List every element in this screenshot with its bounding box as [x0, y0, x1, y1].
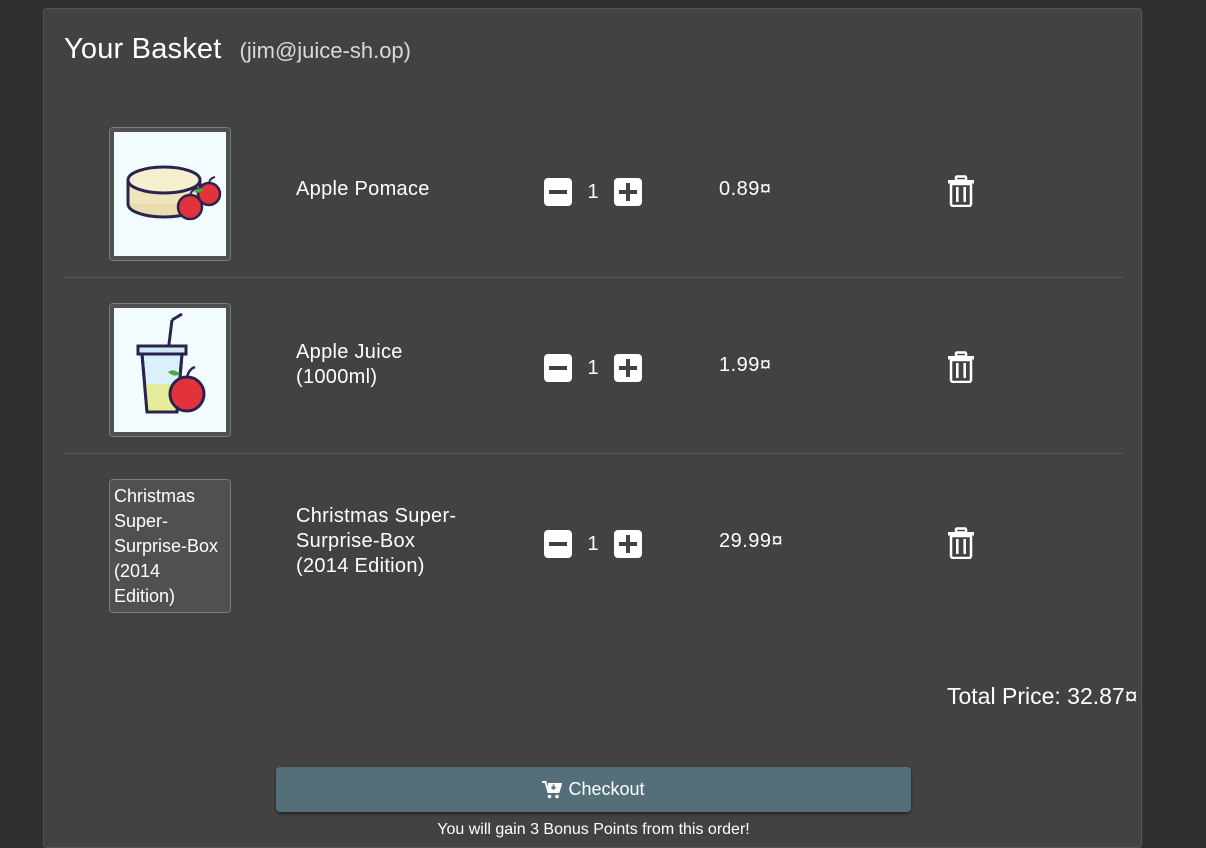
basket-row: Christmas Super-Surprise-Box (2014 Editi…: [64, 453, 1123, 629]
product-image-fallback: Christmas Super-Surprise-Box (2014 Editi…: [109, 479, 231, 613]
quantity-value: 1: [587, 532, 599, 555]
trash-icon: [948, 175, 974, 207]
apple-pomace-image: [126, 165, 222, 221]
product-name: Apple Juice (1000ml): [296, 341, 403, 388]
product-price: 1.99¤: [719, 353, 772, 376]
quantity-stepper: 1: [544, 354, 642, 382]
increase-quantity-button[interactable]: [614, 178, 642, 206]
bonus-points-note: You will gain 3 Bonus Points from this o…: [437, 821, 750, 838]
decrease-quantity-button[interactable]: [544, 178, 572, 206]
apple-juice-image: [136, 312, 206, 414]
decrease-quantity-button[interactable]: [544, 530, 572, 558]
user-email: (jim@juice-sh.op): [239, 38, 411, 63]
quantity-value: 1: [587, 180, 599, 203]
minus-icon: [549, 542, 567, 546]
image-alt-text: Christmas Super-Surprise-Box (2014 Editi…: [114, 486, 219, 606]
basket-row: Apple Pomace 1 0.89¤: [64, 101, 1123, 278]
delete-item-button[interactable]: [947, 175, 975, 207]
minus-icon: [549, 190, 567, 194]
quantity-value: 1: [587, 356, 599, 379]
cart-arrow-down-icon: [542, 780, 563, 798]
product-price: 29.99¤: [719, 529, 784, 552]
checkout-label: Checkout: [568, 779, 645, 799]
quantity-stepper: 1: [544, 178, 642, 206]
checkout-button[interactable]: Checkout: [276, 767, 911, 812]
product-name: Christmas Super- Surprise-Box (2014 Edit…: [296, 504, 457, 577]
basket-header: Your Basket (jim@juice-sh.op): [64, 33, 411, 66]
trash-icon: [948, 527, 974, 559]
product-image: [109, 127, 231, 261]
decrease-quantity-button[interactable]: [544, 354, 572, 382]
quantity-stepper: 1: [544, 530, 642, 558]
delete-item-button[interactable]: [947, 527, 975, 559]
product-price: 0.89¤: [719, 177, 772, 200]
increase-quantity-button[interactable]: [614, 530, 642, 558]
page-title: Your Basket: [64, 33, 222, 65]
basket-row: Apple Juice (1000ml) 1 1.99¤: [64, 277, 1123, 454]
product-image: [109, 303, 231, 437]
increase-quantity-button[interactable]: [614, 354, 642, 382]
total-price: Total Price: 32.87¤: [947, 683, 1138, 709]
minus-icon: [549, 366, 567, 370]
basket-card: Your Basket (jim@juice-sh.op) Apple Poma…: [43, 8, 1142, 848]
product-name: Apple Pomace: [296, 177, 430, 200]
trash-icon: [948, 351, 974, 383]
delete-item-button[interactable]: [947, 351, 975, 383]
